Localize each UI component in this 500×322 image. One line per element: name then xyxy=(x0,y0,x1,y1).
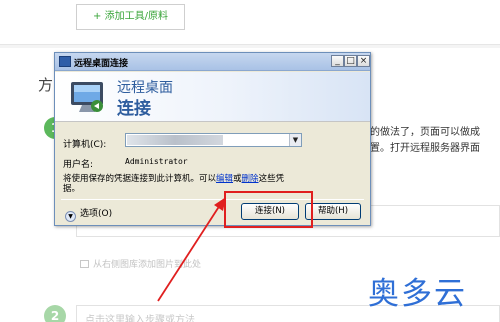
chevron-down-icon: ▼ xyxy=(65,211,76,222)
header-band: + 添加工具/原料 xyxy=(0,0,500,45)
step-number-2: 2 xyxy=(44,305,66,322)
or-text: 或 xyxy=(233,174,242,184)
options-label: 选项(O) xyxy=(80,209,113,219)
help-button[interactable]: 帮助(H) xyxy=(305,203,361,220)
minimize-button[interactable]: _ xyxy=(331,55,344,67)
username-label: 用户名: xyxy=(63,160,94,170)
watermark-logo: 奥多云 xyxy=(368,276,467,312)
banner-title-line2: 连接 xyxy=(117,99,151,119)
step2-placeholder: 点击这里输入步骤或方法 xyxy=(85,315,195,322)
options-button[interactable]: ▼ 选项(O) xyxy=(65,206,112,222)
step1-text-line1: 的做法了，页面可以做成 xyxy=(370,127,480,138)
delete-link[interactable]: 删除 xyxy=(242,174,259,184)
monitor-icon xyxy=(71,82,103,112)
saved-text-before: 将使用保存的凭据连接到此计算机。可以 xyxy=(63,174,217,184)
section-heading: 方 xyxy=(38,76,54,94)
dialog-titlebar[interactable]: 远程桌面连接 _ □ × xyxy=(55,53,370,71)
computer-combobox[interactable]: ▼ xyxy=(125,133,302,147)
annotation-arrow xyxy=(157,197,226,302)
blurred-computer-name xyxy=(127,135,223,145)
computer-label: 计算机(C): xyxy=(63,140,107,150)
edit-link[interactable]: 编辑 xyxy=(216,174,233,184)
remote-desktop-icon xyxy=(59,56,71,67)
dialog-banner: 远程桌面 连接 xyxy=(55,72,370,122)
username-value: Administrator xyxy=(125,157,188,166)
step1-text-line2: 置。打开远程服务器界面 xyxy=(370,143,480,154)
maximize-button[interactable]: □ xyxy=(344,55,357,67)
dialog-title: 远程桌面连接 xyxy=(74,59,129,69)
add-tool-button[interactable]: + 添加工具/原料 xyxy=(76,4,185,30)
close-button[interactable]: × xyxy=(357,55,370,67)
chevron-down-icon[interactable]: ▼ xyxy=(289,134,301,146)
picture-icon xyxy=(80,260,89,268)
